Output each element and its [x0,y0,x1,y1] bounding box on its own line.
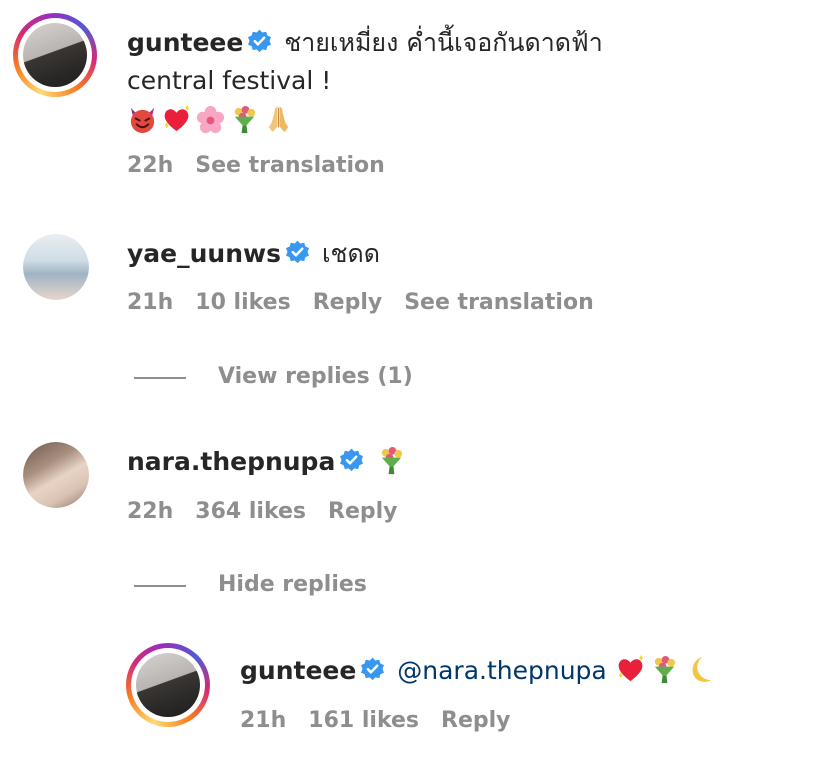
reply-button[interactable]: Reply [441,708,511,733]
reply-button[interactable]: Reply [328,499,398,524]
mention-link[interactable]: @nara.thepnupa [397,656,607,685]
comment-text: ชายเหมี่ยง ค่ำนี้เจอกันดาดฟ้า [284,28,603,57]
cherry-blossom-icon [195,104,226,135]
smiling-devil-icon [127,104,158,135]
username[interactable]: gunteee [127,28,243,57]
replies-divider [134,585,186,587]
view-replies-button[interactable]: View replies (1) [218,362,413,392]
folded-hands-icon [263,104,294,135]
replies-divider [134,377,186,379]
see-translation-button[interactable]: See translation [195,153,385,178]
comment-text-line2: central festival ! [127,66,332,95]
avatar[interactable] [23,234,89,300]
comment-text: เชดด [321,239,380,268]
avatar[interactable] [13,13,97,97]
hide-replies-button[interactable]: Hide replies [218,570,367,600]
verified-badge-icon [247,29,272,54]
avatar[interactable] [126,643,210,727]
username[interactable]: nara.thepnupa [127,447,335,476]
avatar[interactable] [23,442,89,508]
verified-badge-icon [360,657,385,682]
bouquet-icon [229,104,260,135]
comment-time[interactable]: 21h [127,290,173,315]
reply-button[interactable]: Reply [313,290,383,315]
likes-count[interactable]: 161 likes [308,708,419,733]
sparkling-heart-icon [161,104,192,135]
likes-count[interactable]: 364 likes [195,499,306,524]
bouquet-icon [376,445,407,476]
likes-count[interactable]: 10 likes [195,290,290,315]
verified-badge-icon [285,240,310,265]
comment-time[interactable]: 21h [240,708,286,733]
bouquet-icon [649,654,680,685]
sparkling-heart-icon [615,654,646,685]
comment-emojis [127,104,297,138]
verified-badge-icon [339,448,364,473]
see-translation-button[interactable]: See translation [404,290,594,315]
comment-time[interactable]: 22h [127,499,173,524]
username[interactable]: gunteee [240,656,356,685]
comment-time[interactable]: 22h [127,153,173,178]
username[interactable]: yae_uunws [127,239,281,268]
crescent-moon-icon [683,654,714,685]
